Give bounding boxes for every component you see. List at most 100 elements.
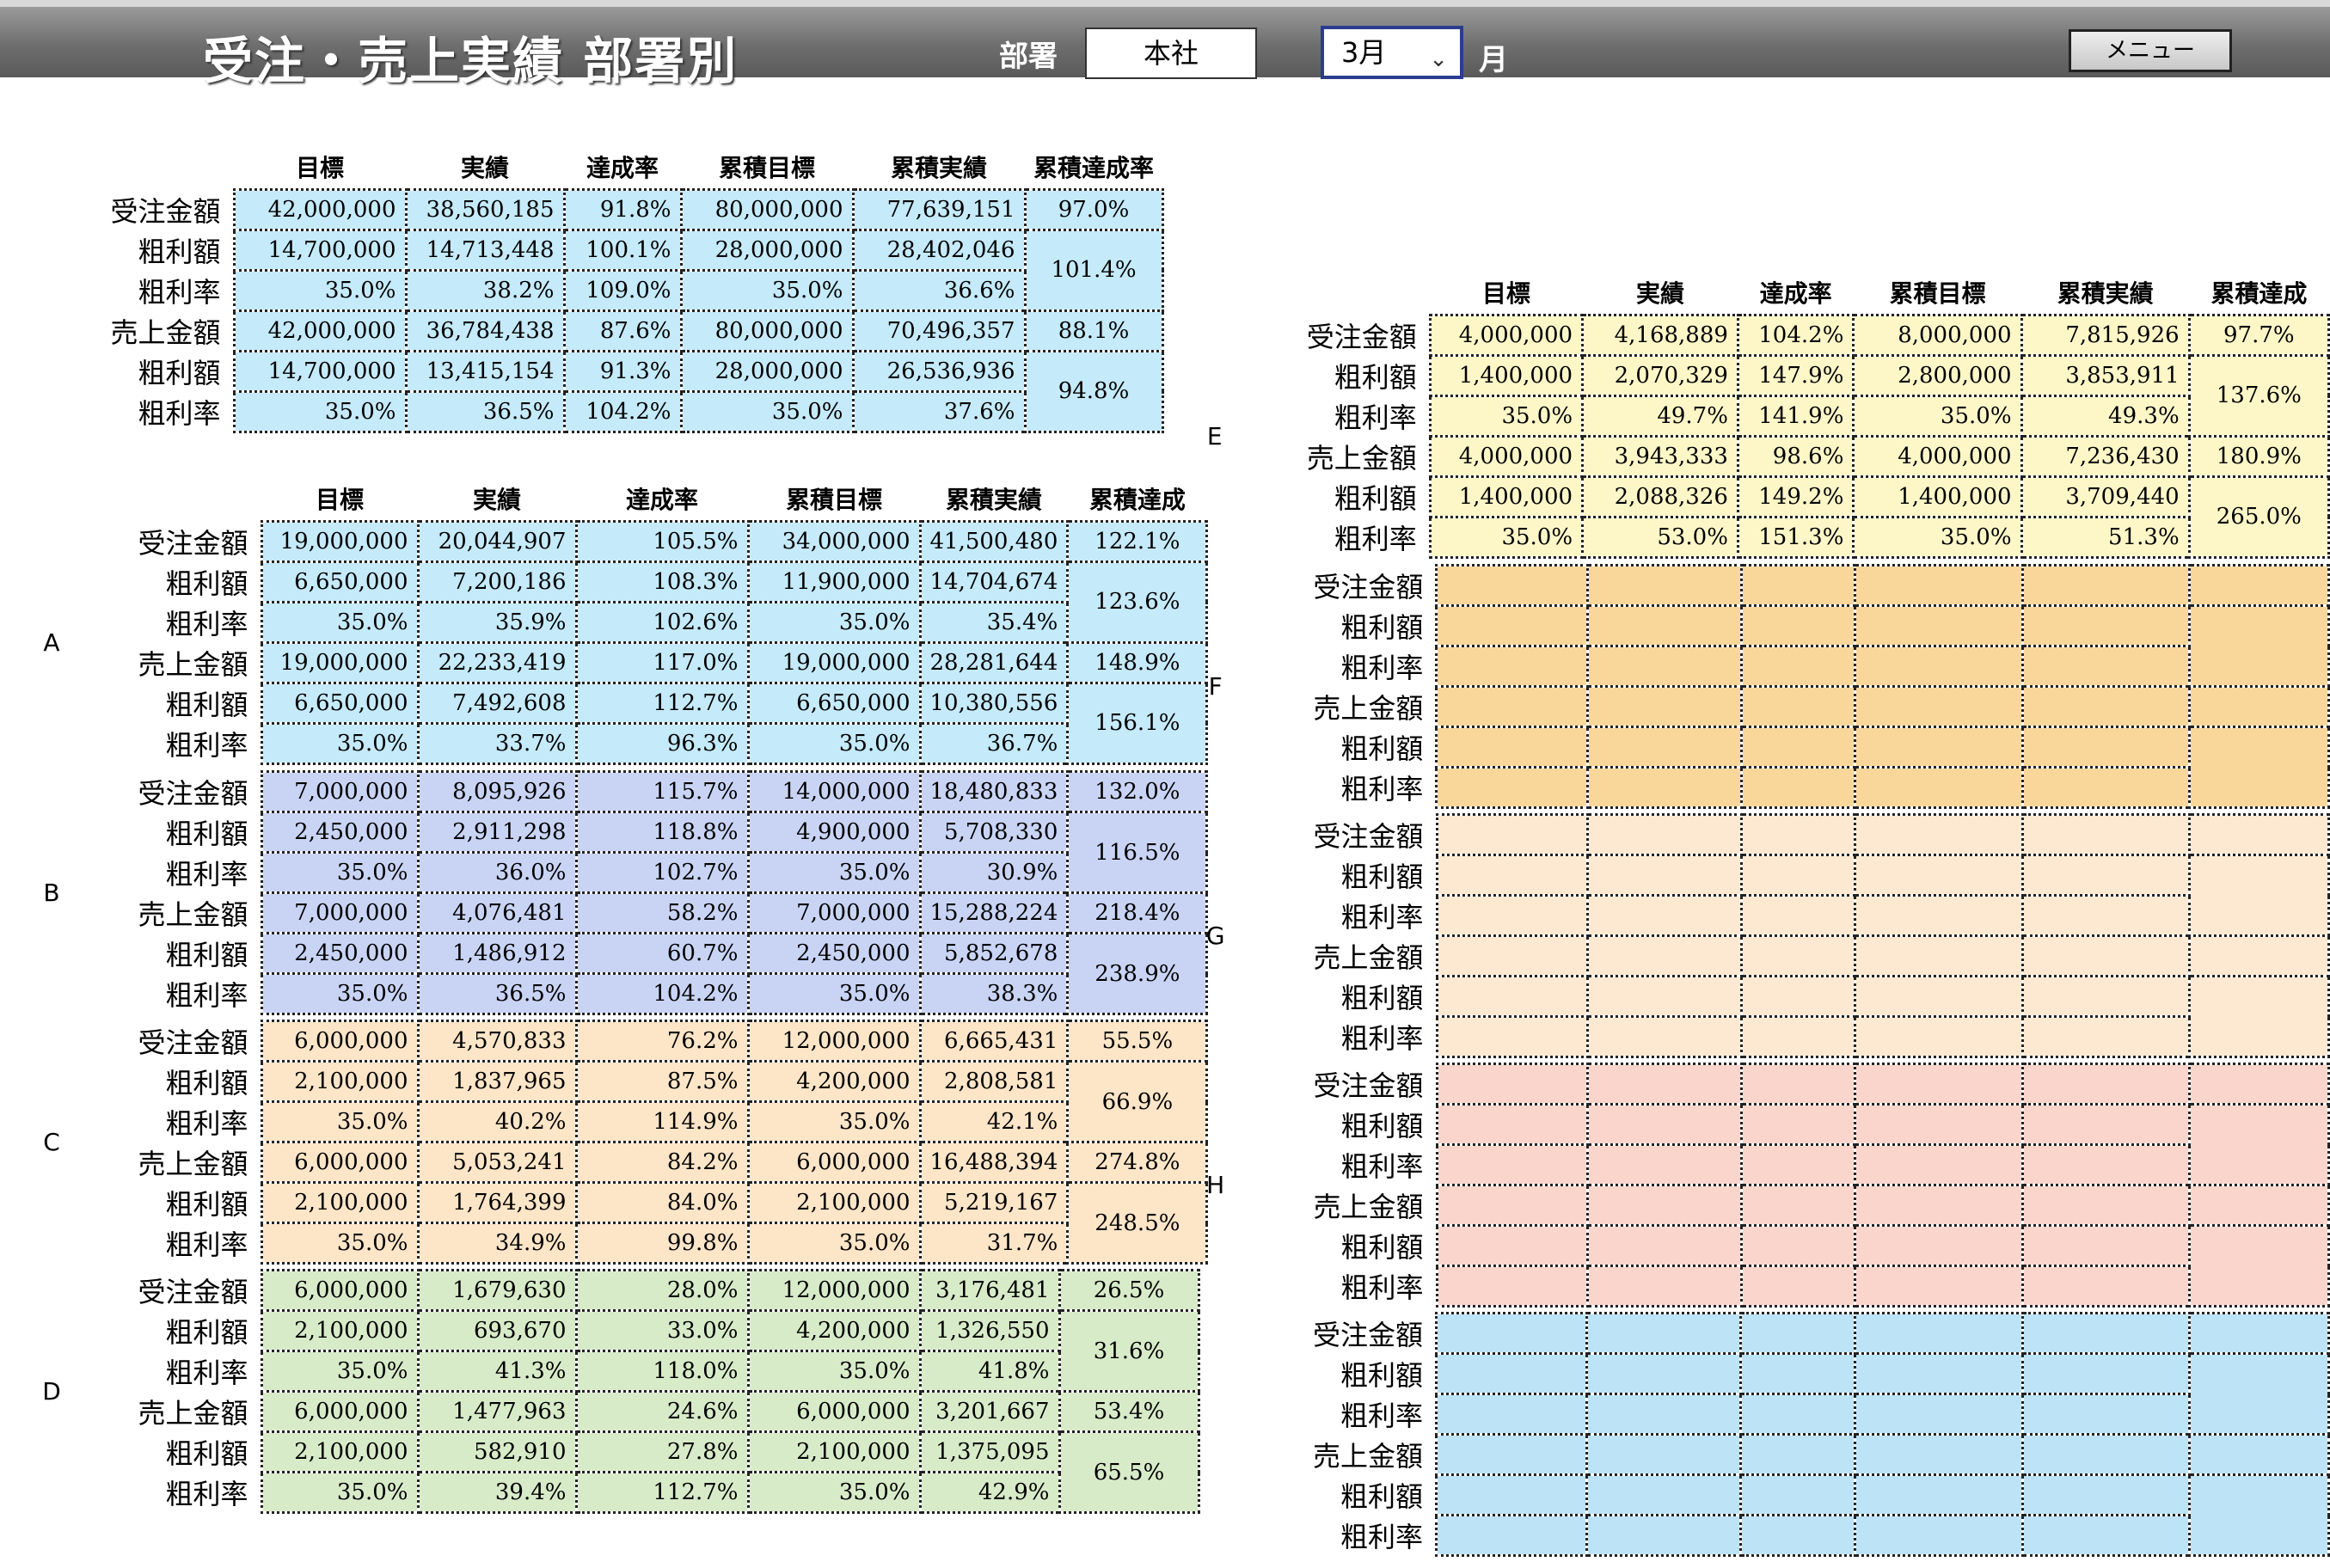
data-cell[interactable]: 19,000,000 [746,640,922,684]
data-cell[interactable]: 36.6% [851,268,1027,312]
data-cell[interactable]: 35.0% [260,972,420,1015]
data-cell[interactable] [1739,1103,1857,1146]
data-cell[interactable]: 109.0% [562,268,683,312]
data-cell[interactable]: 49.7% [1581,394,1739,438]
data-cell[interactable]: 1,837,965 [416,1060,578,1103]
data-cell[interactable] [2188,685,2330,728]
data-cell[interactable]: 2,800,000 [1852,353,2023,397]
data-cell[interactable] [1435,1015,1589,1058]
data-cell[interactable]: 115.7% [574,770,750,813]
data-cell[interactable]: 76.2% [574,1020,750,1063]
data-cell[interactable] [2188,1103,2330,1186]
data-cell[interactable] [1854,604,2024,647]
data-cell[interactable] [1435,604,1589,647]
data-cell[interactable] [2020,1473,2192,1516]
data-cell[interactable] [2188,1312,2330,1355]
data-cell[interactable]: 14,700,000 [232,349,408,393]
data-cell[interactable]: 180.9% [2187,434,2330,478]
data-cell[interactable]: 70,496,357 [851,309,1027,352]
data-cell[interactable]: 42.1% [918,1100,1070,1143]
data-cell[interactable]: 7,000,000 [260,770,420,813]
data-cell[interactable]: 94.8% [1023,349,1164,433]
data-cell[interactable]: 53.0% [1581,515,1739,559]
data-cell[interactable] [1435,854,1589,897]
data-cell[interactable] [2188,813,2330,856]
data-cell[interactable]: 91.8% [562,187,683,231]
data-cell[interactable] [1739,813,1857,856]
data-cell[interactable]: 156.1% [1066,681,1209,765]
data-cell[interactable] [1739,1143,1857,1186]
data-cell[interactable]: 6,650,000 [260,560,420,603]
data-cell[interactable] [1739,604,1857,647]
data-cell[interactable]: 33.0% [574,1309,750,1352]
data-cell[interactable]: 14,713,448 [404,228,566,272]
data-cell[interactable] [1739,685,1857,728]
data-cell[interactable]: 35.0% [260,851,420,894]
data-cell[interactable]: 49.3% [2020,394,2191,438]
data-cell[interactable] [1434,1473,1589,1516]
data-cell[interactable] [1854,685,2024,728]
data-cell[interactable]: 55.5% [1066,1020,1209,1063]
data-cell[interactable] [2020,1352,2192,1395]
data-cell[interactable] [1853,1393,2024,1436]
data-cell[interactable] [2188,975,2330,1058]
data-cell[interactable] [1585,1143,1743,1186]
data-cell[interactable]: 5,852,678 [918,932,1070,975]
data-cell[interactable] [2020,564,2192,607]
data-cell[interactable]: 1,326,550 [918,1309,1061,1352]
data-cell[interactable]: 35.0% [746,600,922,644]
data-cell[interactable]: 4,168,889 [1581,313,1739,357]
data-cell[interactable]: 2,100,000 [260,1309,420,1352]
data-cell[interactable] [1585,1265,1743,1308]
data-cell[interactable] [1585,1473,1743,1516]
data-cell[interactable] [2020,1224,2192,1267]
data-cell[interactable]: 41.8% [918,1350,1061,1393]
data-cell[interactable]: 582,910 [416,1430,578,1473]
data-cell[interactable] [1435,726,1589,769]
data-cell[interactable]: 7,200,186 [416,560,578,603]
data-cell[interactable]: 2,450,000 [746,932,922,975]
data-cell[interactable]: 35.9% [416,600,578,644]
data-cell[interactable]: 87.6% [562,309,683,352]
data-cell[interactable] [1434,1352,1589,1395]
data-cell[interactable]: 96.3% [574,721,750,765]
data-cell[interactable]: 118.8% [574,811,750,854]
data-cell[interactable]: 42.9% [918,1471,1061,1514]
data-cell[interactable]: 28,000,000 [679,228,855,272]
data-cell[interactable] [2020,1312,2192,1355]
data-cell[interactable]: 2,088,326 [1581,475,1739,518]
data-cell[interactable]: 97.7% [2187,313,2330,357]
data-cell[interactable]: 35.0% [260,1222,420,1265]
data-cell[interactable]: 2,100,000 [260,1430,420,1473]
data-cell[interactable]: 118.0% [574,1350,750,1393]
data-cell[interactable] [1435,1265,1589,1308]
data-cell[interactable]: 265.0% [2187,475,2330,559]
data-cell[interactable] [1435,894,1589,937]
data-cell[interactable]: 28,000,000 [679,349,855,393]
data-cell[interactable]: 114.9% [574,1100,750,1143]
data-cell[interactable]: 238.9% [1066,932,1209,1015]
data-cell[interactable]: 8,000,000 [1852,313,2023,357]
data-cell[interactable]: 7,000,000 [260,891,420,934]
data-cell[interactable]: 15,288,224 [918,891,1070,934]
data-cell[interactable]: 6,650,000 [746,681,922,725]
data-cell[interactable] [1435,934,1589,977]
data-cell[interactable] [2020,685,2192,728]
data-cell[interactable] [1585,564,1743,607]
data-cell[interactable]: 6,000,000 [746,1141,922,1184]
data-cell[interactable]: 4,000,000 [1428,434,1585,478]
data-cell[interactable]: 19,000,000 [260,640,420,684]
data-cell[interactable]: 5,219,167 [918,1181,1070,1224]
data-cell[interactable] [1854,1184,2024,1227]
data-cell[interactable] [1739,766,1857,809]
data-cell[interactable] [1585,604,1743,647]
data-cell[interactable]: 58.2% [574,891,750,934]
data-cell[interactable]: 2,070,329 [1581,353,1739,397]
data-cell[interactable]: 141.9% [1736,394,1855,438]
data-cell[interactable] [2020,1433,2192,1476]
data-cell[interactable]: 35.0% [1428,515,1585,559]
data-cell[interactable]: 31.7% [918,1222,1070,1265]
data-cell[interactable]: 1,400,000 [1852,475,2023,518]
data-cell[interactable]: 104.2% [1736,313,1855,357]
data-cell[interactable] [2188,1352,2330,1436]
